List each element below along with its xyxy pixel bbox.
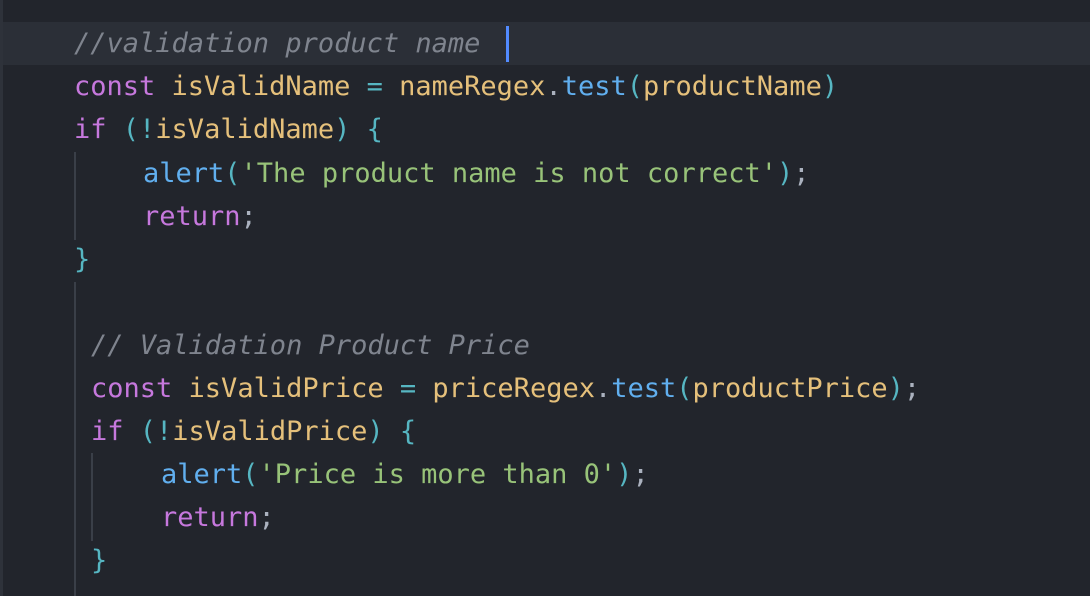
code-token: alert <box>143 158 225 189</box>
code-token: productPrice <box>692 373 888 404</box>
code-token: nameRegex <box>399 71 546 102</box>
code-token: } <box>74 244 91 275</box>
code-token: alert <box>161 459 243 490</box>
code-token: isValidName <box>155 114 335 145</box>
indent-guide <box>91 453 93 541</box>
code-token: if <box>74 114 107 145</box>
code-token: 'The product name is not correct' <box>240 158 777 189</box>
code-token: isValidPrice <box>172 416 368 447</box>
code-token: { <box>399 416 417 447</box>
indent-guide <box>74 152 76 240</box>
code-token: = <box>383 373 433 404</box>
code-token: ) <box>367 416 384 447</box>
code-token: (! <box>122 114 156 145</box>
code-token: ( <box>242 459 259 490</box>
editor-gutter-border <box>0 0 3 596</box>
code-line[interactable]: // Validation Product Price <box>91 324 530 367</box>
code-token: const <box>91 373 173 404</box>
code-token: ( <box>676 373 693 404</box>
code-token: ( <box>224 158 241 189</box>
code-token: //validation product name <box>74 28 481 59</box>
code-token: = <box>350 71 400 102</box>
code-token: ) <box>616 459 633 490</box>
code-line[interactable]: return; <box>161 496 275 539</box>
code-token: ) <box>887 373 904 404</box>
code-line[interactable]: if (!isValidPrice) { <box>91 410 416 453</box>
code-token: ( <box>626 71 644 102</box>
code-token: test <box>611 373 677 404</box>
code-token: (! <box>139 416 173 447</box>
code-token: return <box>143 201 241 232</box>
code-line[interactable]: const isValidName = nameRegex.test(produ… <box>74 65 838 108</box>
indent-guide <box>74 282 76 596</box>
code-token: ) <box>821 71 839 102</box>
code-line[interactable]: alert('The product name is not correct')… <box>143 152 810 195</box>
code-line[interactable]: return; <box>143 195 257 238</box>
code-line[interactable]: //validation product name <box>74 22 480 65</box>
text-cursor <box>506 26 509 62</box>
code-token: ; <box>240 201 257 232</box>
code-editor[interactable]: //validation product name const isValidN… <box>0 0 1090 596</box>
code-line[interactable]: if (!isValidName) { <box>74 108 383 151</box>
code-token: // Validation Product Price <box>91 330 530 361</box>
code-line[interactable]: } <box>91 539 107 582</box>
code-token: const <box>74 71 156 102</box>
code-token: . <box>545 71 562 102</box>
code-token: ; <box>903 373 921 404</box>
code-line[interactable]: const isValidPrice = priceRegex.test(pro… <box>91 367 920 410</box>
code-token: test <box>561 71 627 102</box>
code-token: . <box>594 373 612 404</box>
code-token: 'Price is more than 0' <box>258 459 617 490</box>
code-token: if <box>91 416 124 447</box>
code-token: ; <box>793 158 810 189</box>
code-token: isValidPrice <box>188 373 384 404</box>
code-token: return <box>161 502 259 533</box>
code-token: ) <box>776 158 794 189</box>
code-token: { <box>366 114 383 145</box>
code-token: ) <box>334 114 351 145</box>
code-token: priceRegex <box>432 373 595 404</box>
code-token: } <box>91 545 108 576</box>
code-line[interactable]: } <box>74 238 90 281</box>
code-token: isValidName <box>171 71 351 102</box>
code-token: productName <box>643 71 822 102</box>
code-line[interactable]: alert('Price is more than 0'); <box>161 453 649 496</box>
code-token: ; <box>632 459 649 490</box>
code-token: ; <box>258 502 275 533</box>
